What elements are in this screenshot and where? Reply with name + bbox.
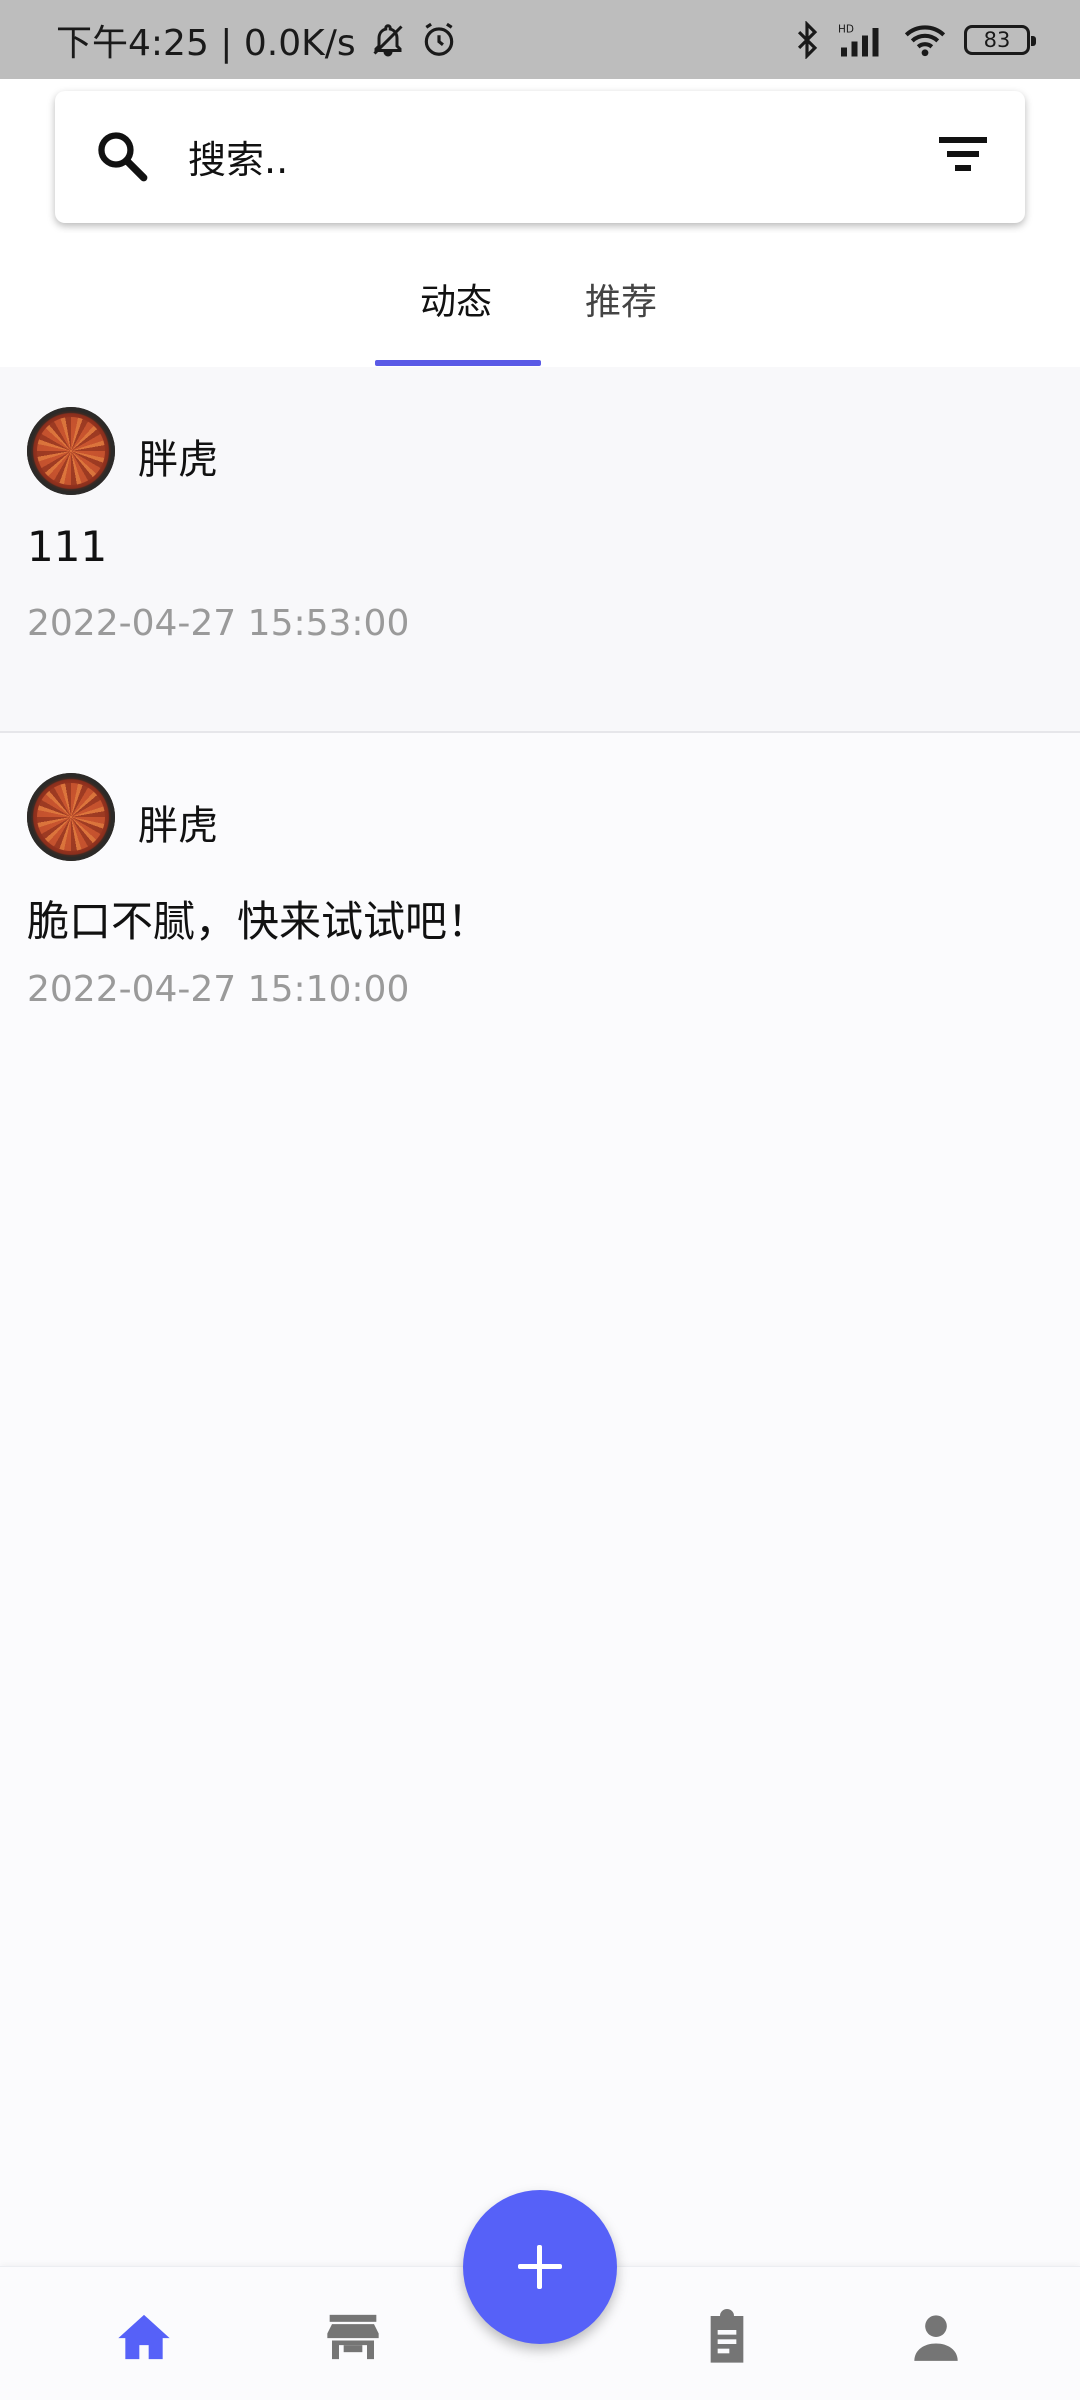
svg-text:HD: HD <box>838 23 854 35</box>
post-timestamp: 2022-04-27 15:53:00 <box>27 603 410 644</box>
profile-icon[interactable] <box>906 2307 966 2367</box>
post-timestamp: 2022-04-27 15:10:00 <box>27 969 410 1010</box>
search-icon[interactable] <box>93 127 151 189</box>
alarm-icon <box>420 21 458 59</box>
store-icon[interactable] <box>323 2307 383 2367</box>
wifi-icon <box>904 23 946 57</box>
clipboard-icon[interactable] <box>697 2307 757 2367</box>
avatar[interactable] <box>27 773 115 861</box>
plus-icon <box>518 2245 562 2289</box>
status-time-network: 下午4:25 | 0.0K/s <box>56 22 356 64</box>
post-card[interactable]: 胖虎 脆口不腻，快来试试吧！ 2022-04-27 15:10:00 <box>0 733 1080 1099</box>
avatar[interactable] <box>27 407 115 495</box>
add-post-button[interactable] <box>463 2190 617 2344</box>
post-feed: 胖虎 111 2022-04-27 15:53:00 胖虎 脆口不腻，快来试试吧… <box>0 367 1080 1099</box>
post-card[interactable]: 胖虎 111 2022-04-27 15:53:00 <box>0 367 1080 733</box>
post-content: 脆口不腻，快来试试吧！ <box>27 897 490 946</box>
tab-tuijian[interactable]: 推荐 <box>585 273 657 325</box>
home-icon[interactable] <box>114 2307 174 2367</box>
bluetooth-icon <box>794 20 820 59</box>
status-right: HD 83 <box>794 20 1036 59</box>
status-bar: 下午4:25 | 0.0K/s HD 83 <box>0 0 1080 79</box>
tab-indicator <box>375 360 541 366</box>
post-author[interactable]: 胖虎 <box>138 427 218 485</box>
signal-hd-icon: HD <box>838 22 886 58</box>
tab-dongtai[interactable]: 动态 <box>420 273 492 325</box>
bell-off-icon <box>370 21 406 59</box>
filter-icon[interactable] <box>937 131 989 179</box>
post-content: 111 <box>27 522 108 571</box>
search-input[interactable]: 搜索.. <box>188 129 288 184</box>
status-left: 下午4:25 | 0.0K/s <box>56 14 458 66</box>
post-author[interactable]: 胖虎 <box>138 793 218 851</box>
battery-icon: 83 <box>964 24 1036 55</box>
tab-bar: 动态 推荐 <box>0 233 1080 367</box>
search-bar[interactable]: 搜索.. <box>55 91 1025 223</box>
